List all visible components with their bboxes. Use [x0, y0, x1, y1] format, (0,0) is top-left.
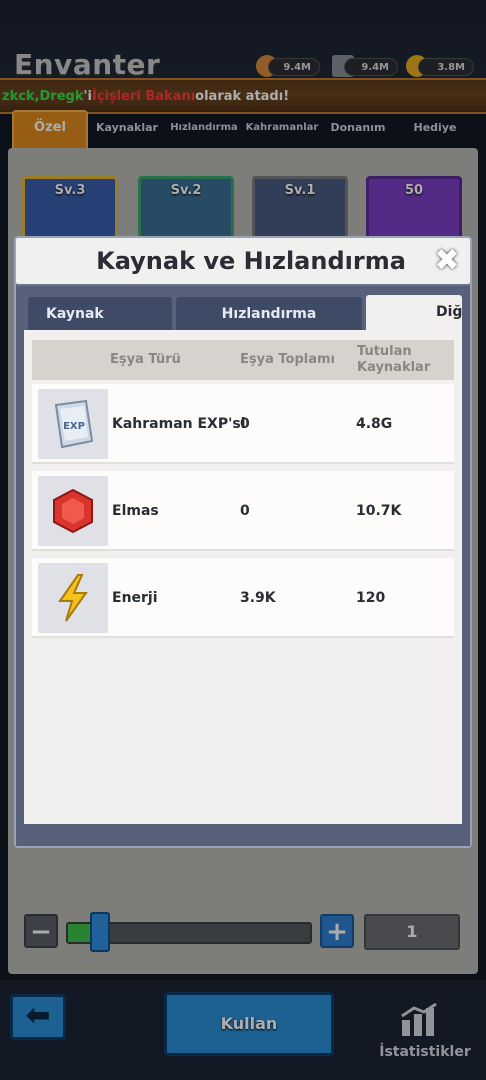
item-total: 3.9K	[240, 590, 276, 606]
held-resources: 120	[356, 590, 386, 606]
item-name: Kahraman EXP'si	[112, 416, 246, 432]
column-header-item-type: Eşya Türü	[110, 352, 181, 367]
held-resources: 4.8G	[356, 416, 393, 432]
close-button[interactable]: ✖	[430, 244, 464, 278]
modal-tab-hizlandirma[interactable]: Hızlandırma	[176, 297, 362, 331]
modal-tab-diger[interactable]: Diğ	[366, 295, 462, 331]
item-name: Elmas	[112, 503, 159, 519]
modal-title: Kaynak ve Hızlandırma	[96, 247, 406, 275]
column-header-held-resources: Tutulan Kaynaklar	[357, 344, 431, 375]
column-header-item-total: Eşya Toplamı	[240, 352, 335, 367]
item-total: 0	[240, 416, 250, 432]
item-name: Enerji	[112, 590, 158, 606]
lightning-icon	[38, 563, 108, 633]
red-gem-icon	[38, 476, 108, 546]
svg-text:EXP: EXP	[63, 421, 85, 432]
close-icon: ✖	[434, 243, 460, 278]
held-resources: 10.7K	[356, 503, 402, 519]
modal-tab-kaynak[interactable]: Kaynak	[28, 297, 172, 331]
exp-book-icon: EXP	[38, 389, 108, 459]
item-total: 0	[240, 503, 250, 519]
